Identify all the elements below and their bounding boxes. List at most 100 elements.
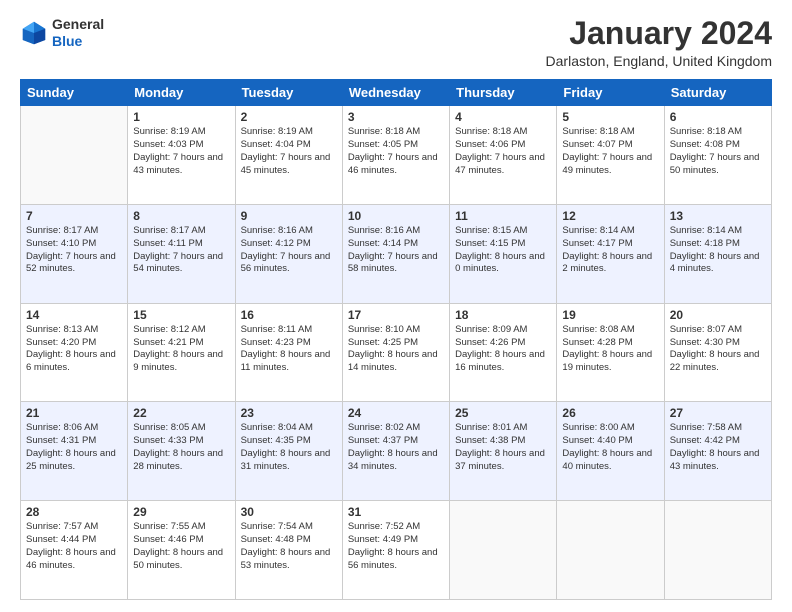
col-monday: Monday xyxy=(128,80,235,106)
day-number: 7 xyxy=(26,209,122,223)
table-row: 27 Sunrise: 7:58 AMSunset: 4:42 PMDayligh… xyxy=(664,402,771,501)
header-row: Sunday Monday Tuesday Wednesday Thursday… xyxy=(21,80,772,106)
table-row: 2 Sunrise: 8:19 AMSunset: 4:04 PMDaylight… xyxy=(235,106,342,205)
day-info: Sunrise: 8:02 AMSunset: 4:37 PMDaylight:… xyxy=(348,422,444,473)
day-info: Sunrise: 8:17 AMSunset: 4:11 PMDaylight:… xyxy=(133,225,229,276)
day-number: 3 xyxy=(348,110,444,124)
logo-text: General Blue xyxy=(52,16,104,50)
day-number: 28 xyxy=(26,505,122,519)
day-info: Sunrise: 8:19 AMSunset: 4:04 PMDaylight:… xyxy=(241,126,337,177)
day-info: Sunrise: 8:00 AMSunset: 4:40 PMDaylight:… xyxy=(562,422,658,473)
col-sunday: Sunday xyxy=(21,80,128,106)
day-info: Sunrise: 8:16 AMSunset: 4:14 PMDaylight:… xyxy=(348,225,444,276)
table-row: 19 Sunrise: 8:08 AMSunset: 4:28 PMDayligh… xyxy=(557,303,664,402)
calendar-table: Sunday Monday Tuesday Wednesday Thursday… xyxy=(20,79,772,600)
day-number: 14 xyxy=(26,308,122,322)
day-number: 24 xyxy=(348,406,444,420)
day-info: Sunrise: 8:18 AMSunset: 4:05 PMDaylight:… xyxy=(348,126,444,177)
col-friday: Friday xyxy=(557,80,664,106)
day-info: Sunrise: 8:10 AMSunset: 4:25 PMDaylight:… xyxy=(348,324,444,375)
day-number: 10 xyxy=(348,209,444,223)
header: General Blue January 2024 Darlaston, Eng… xyxy=(20,16,772,69)
table-row: 26 Sunrise: 8:00 AMSunset: 4:40 PMDayligh… xyxy=(557,402,664,501)
day-info: Sunrise: 8:13 AMSunset: 4:20 PMDaylight:… xyxy=(26,324,122,375)
calendar-week-row: 1 Sunrise: 8:19 AMSunset: 4:03 PMDaylight… xyxy=(21,106,772,205)
day-info: Sunrise: 8:17 AMSunset: 4:10 PMDaylight:… xyxy=(26,225,122,276)
day-info: Sunrise: 8:18 AMSunset: 4:07 PMDaylight:… xyxy=(562,126,658,177)
day-number: 20 xyxy=(670,308,766,322)
day-number: 21 xyxy=(26,406,122,420)
day-info: Sunrise: 7:57 AMSunset: 4:44 PMDaylight:… xyxy=(26,521,122,572)
day-info: Sunrise: 8:08 AMSunset: 4:28 PMDaylight:… xyxy=(562,324,658,375)
table-row xyxy=(21,106,128,205)
table-row: 11Sunrise: 8:15 AMSunset: 4:15 PMDayligh… xyxy=(450,204,557,303)
day-number: 8 xyxy=(133,209,229,223)
day-number: 2 xyxy=(241,110,337,124)
calendar-week-row: 7 Sunrise: 8:17 AMSunset: 4:10 PMDaylight… xyxy=(21,204,772,303)
day-info: Sunrise: 7:55 AMSunset: 4:46 PMDaylight:… xyxy=(133,521,229,572)
col-wednesday: Wednesday xyxy=(342,80,449,106)
day-number: 6 xyxy=(670,110,766,124)
month-title: January 2024 xyxy=(546,16,772,51)
table-row: 18Sunrise: 8:09 AMSunset: 4:26 PMDayligh… xyxy=(450,303,557,402)
table-row: 20 Sunrise: 8:07 AMSunset: 4:30 PMDayligh… xyxy=(664,303,771,402)
table-row: 8 Sunrise: 8:17 AMSunset: 4:11 PMDaylight… xyxy=(128,204,235,303)
col-saturday: Saturday xyxy=(664,80,771,106)
day-info: Sunrise: 7:52 AMSunset: 4:49 PMDaylight:… xyxy=(348,521,444,572)
day-info: Sunrise: 8:09 AMSunset: 4:26 PMDaylight:… xyxy=(455,324,551,375)
day-number: 23 xyxy=(241,406,337,420)
col-tuesday: Tuesday xyxy=(235,80,342,106)
day-number: 30 xyxy=(241,505,337,519)
day-number: 12 xyxy=(562,209,658,223)
table-row xyxy=(557,501,664,600)
table-row: 5 Sunrise: 8:18 AMSunset: 4:07 PMDaylight… xyxy=(557,106,664,205)
table-row: 17 Sunrise: 8:10 AMSunset: 4:25 PMDayligh… xyxy=(342,303,449,402)
logo: General Blue xyxy=(20,16,104,50)
table-row: 28 Sunrise: 7:57 AMSunset: 4:44 PMDayligh… xyxy=(21,501,128,600)
day-number: 27 xyxy=(670,406,766,420)
table-row: 30Sunrise: 7:54 AMSunset: 4:48 PMDayligh… xyxy=(235,501,342,600)
table-row: 7 Sunrise: 8:17 AMSunset: 4:10 PMDaylight… xyxy=(21,204,128,303)
table-row: 25 Sunrise: 8:01 AMSunset: 4:38 PMDayligh… xyxy=(450,402,557,501)
table-row: 29 Sunrise: 7:55 AMSunset: 4:46 PMDayligh… xyxy=(128,501,235,600)
day-info: Sunrise: 8:07 AMSunset: 4:30 PMDaylight:… xyxy=(670,324,766,375)
table-row: 4Sunrise: 8:18 AMSunset: 4:06 PMDaylight… xyxy=(450,106,557,205)
day-number: 16 xyxy=(241,308,337,322)
day-number: 13 xyxy=(670,209,766,223)
table-row: 3 Sunrise: 8:18 AMSunset: 4:05 PMDaylight… xyxy=(342,106,449,205)
calendar-week-row: 14 Sunrise: 8:13 AMSunset: 4:20 PMDayligh… xyxy=(21,303,772,402)
day-info: Sunrise: 8:15 AMSunset: 4:15 PMDaylight:… xyxy=(455,225,551,276)
table-row: 10 Sunrise: 8:16 AMSunset: 4:14 PMDayligh… xyxy=(342,204,449,303)
table-row: 6 Sunrise: 8:18 AMSunset: 4:08 PMDaylight… xyxy=(664,106,771,205)
day-info: Sunrise: 8:14 AMSunset: 4:17 PMDaylight:… xyxy=(562,225,658,276)
day-number: 25 xyxy=(455,406,551,420)
table-row: 21Sunrise: 8:06 AMSunset: 4:31 PMDayligh… xyxy=(21,402,128,501)
day-info: Sunrise: 8:18 AMSunset: 4:08 PMDaylight:… xyxy=(670,126,766,177)
day-number: 1 xyxy=(133,110,229,124)
table-row: 31Sunrise: 7:52 AMSunset: 4:49 PMDayligh… xyxy=(342,501,449,600)
table-row: 1 Sunrise: 8:19 AMSunset: 4:03 PMDaylight… xyxy=(128,106,235,205)
table-row: 24 Sunrise: 8:02 AMSunset: 4:37 PMDayligh… xyxy=(342,402,449,501)
day-info: Sunrise: 8:01 AMSunset: 4:38 PMDaylight:… xyxy=(455,422,551,473)
day-number: 9 xyxy=(241,209,337,223)
day-info: Sunrise: 8:12 AMSunset: 4:21 PMDaylight:… xyxy=(133,324,229,375)
day-info: Sunrise: 8:04 AMSunset: 4:35 PMDaylight:… xyxy=(241,422,337,473)
day-number: 26 xyxy=(562,406,658,420)
table-row: 16Sunrise: 8:11 AMSunset: 4:23 PMDayligh… xyxy=(235,303,342,402)
location: Darlaston, England, United Kingdom xyxy=(546,53,772,69)
table-row: 14 Sunrise: 8:13 AMSunset: 4:20 PMDayligh… xyxy=(21,303,128,402)
table-row: 12 Sunrise: 8:14 AMSunset: 4:17 PMDayligh… xyxy=(557,204,664,303)
logo-icon xyxy=(20,19,48,47)
day-info: Sunrise: 8:18 AMSunset: 4:06 PMDaylight:… xyxy=(455,126,551,177)
table-row: 23 Sunrise: 8:04 AMSunset: 4:35 PMDayligh… xyxy=(235,402,342,501)
day-number: 5 xyxy=(562,110,658,124)
table-row: 15Sunrise: 8:12 AMSunset: 4:21 PMDayligh… xyxy=(128,303,235,402)
day-number: 19 xyxy=(562,308,658,322)
day-info: Sunrise: 7:58 AMSunset: 4:42 PMDaylight:… xyxy=(670,422,766,473)
day-info: Sunrise: 8:05 AMSunset: 4:33 PMDaylight:… xyxy=(133,422,229,473)
day-info: Sunrise: 8:19 AMSunset: 4:03 PMDaylight:… xyxy=(133,126,229,177)
day-number: 17 xyxy=(348,308,444,322)
day-info: Sunrise: 8:16 AMSunset: 4:12 PMDaylight:… xyxy=(241,225,337,276)
calendar-week-row: 21Sunrise: 8:06 AMSunset: 4:31 PMDayligh… xyxy=(21,402,772,501)
day-number: 29 xyxy=(133,505,229,519)
